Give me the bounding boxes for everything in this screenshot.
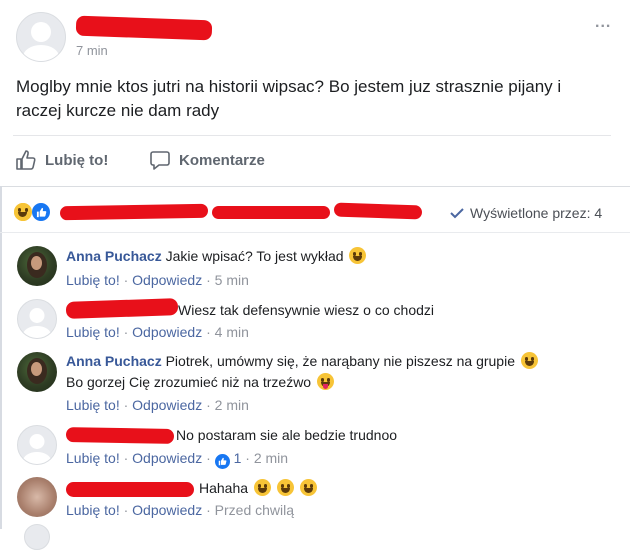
author-avatar[interactable] [16, 12, 66, 62]
comment-section-rule [0, 186, 2, 529]
comment-time[interactable]: 2 min [254, 450, 288, 466]
thumbs-up-icon [16, 150, 36, 170]
separator: · [123, 450, 129, 466]
comment-text: Piotrek, umówmy się, że narąbany nie pis… [165, 353, 515, 369]
seen-by[interactable]: Wyświetlone przez: 4 [450, 205, 602, 221]
comment: Anna Puchacz Jakie wpisać? To jest wykła… [66, 246, 367, 266]
comment-text: Bo gorzej Cię zrozumieć niż na trzeźwo [66, 374, 312, 390]
comment-text: Jakie wpisać? To jest wykład [165, 248, 344, 264]
divider [13, 135, 611, 136]
laughing-emoji-icon [253, 479, 271, 496]
laughing-emoji-icon [276, 479, 294, 496]
comment-meta: Lubię to! · Odpowiedz · 1 · 2 min [66, 450, 288, 469]
separator: · [245, 450, 250, 466]
redacted-reactors [212, 206, 330, 219]
laughing-emoji-icon [299, 479, 317, 496]
grinning-emoji-icon [349, 247, 367, 264]
redacted-author-name [65, 427, 175, 444]
separator: · [123, 324, 129, 340]
comment-reply-link[interactable]: Odpowiedz [132, 502, 202, 518]
comment-reply-link[interactable]: Odpowiedz [132, 324, 202, 340]
comment-time[interactable]: 5 min [215, 272, 249, 288]
like-reaction-icon [30, 201, 52, 223]
post-body: Moglby mnie ktos jutri na historii wipsa… [16, 77, 562, 120]
comment-continued: Bo gorzej Cię zrozumieć niż na trzeźwo [66, 372, 334, 392]
comment-reply-link[interactable]: Odpowiedz [132, 450, 202, 466]
separator: · [206, 397, 211, 413]
commenter-avatar[interactable] [17, 246, 57, 286]
commenter-avatar[interactable] [17, 352, 57, 392]
comment-like-link[interactable]: Lubię to! [66, 502, 120, 518]
checkmark-icon [450, 208, 464, 219]
comment: Anna Puchacz Piotrek, umówmy się, że nar… [66, 351, 538, 371]
redacted-author-name [66, 482, 194, 497]
separator: · [123, 272, 129, 288]
redacted-reactors [333, 202, 423, 220]
comment-like-link[interactable]: Lubię to! [66, 450, 120, 466]
comment-meta: Lubię to! · Odpowiedz · 5 min [66, 272, 249, 288]
separator: · [123, 397, 129, 413]
comment-icon [150, 151, 170, 170]
comment-like-link[interactable]: Lubię to! [66, 272, 120, 288]
commenter-avatar[interactable] [17, 477, 57, 517]
commenter-avatar[interactable] [17, 299, 57, 339]
separator: · [206, 450, 211, 466]
divider [0, 232, 630, 233]
comment-button[interactable]: Komentarze [149, 149, 265, 171]
comment: Wiesz tak defensywnie wiesz o co chodzi [178, 300, 434, 320]
separator: · [206, 324, 211, 340]
tongue-out-emoji-icon [317, 373, 334, 390]
divider [0, 186, 630, 187]
commenter-avatar[interactable] [17, 425, 57, 465]
comment-text: Hahaha [199, 480, 249, 496]
reply-avatar-partial [24, 524, 50, 550]
comment-reply-link[interactable]: Odpowiedz [132, 272, 202, 288]
comment-author[interactable]: Anna Puchacz [66, 353, 162, 369]
reaction-summary[interactable] [14, 201, 52, 223]
haha-reaction-icon [14, 203, 32, 221]
redacted-reactors [59, 203, 209, 221]
comment-time[interactable]: 2 min [215, 397, 249, 413]
more-options-icon[interactable]: ... [595, 14, 611, 32]
seen-by-label: Wyświetlone przez: 4 [470, 205, 603, 221]
reaction-count[interactable]: 1 [234, 450, 242, 466]
separator: · [123, 502, 129, 518]
comment-label: Komentarze [179, 151, 265, 169]
comment-like-link[interactable]: Lubię to! [66, 397, 120, 413]
post-timestamp[interactable]: 7 min [76, 43, 108, 58]
comment: No postaram sie ale bedzie trudnoo [176, 425, 397, 445]
comment-time[interactable]: 4 min [215, 324, 249, 340]
like-label: Lubię to! [45, 151, 109, 169]
comment: Hahaha [199, 478, 317, 498]
grinning-emoji-icon [520, 352, 538, 369]
separator: · [206, 502, 211, 518]
comment-meta: Lubię to! · Odpowiedz · 4 min [66, 324, 249, 340]
comment-time[interactable]: Przed chwilą [215, 502, 294, 518]
comment-text: No postaram sie ale bedzie trudnoo [176, 427, 398, 443]
comment-reply-link[interactable]: Odpowiedz [132, 397, 202, 413]
comment-meta: Lubię to! · Odpowiedz · 2 min [66, 397, 249, 413]
comment-text: Wiesz tak defensywnie wiesz o co chodzi [178, 302, 434, 318]
comment-meta: Lubię to! · Odpowiedz · Przed chwilą [66, 502, 294, 518]
like-button[interactable]: Lubię to! [15, 149, 108, 171]
like-reaction-icon[interactable] [214, 454, 230, 469]
separator: · [206, 272, 211, 288]
comment-author[interactable]: Anna Puchacz [66, 248, 162, 264]
post-card: 7 min ... Moglby mnie ktos jutri na hist… [0, 0, 630, 550]
comment-like-link[interactable]: Lubię to! [66, 324, 120, 340]
redacted-author-name [75, 15, 213, 41]
redacted-author-name [65, 298, 179, 319]
